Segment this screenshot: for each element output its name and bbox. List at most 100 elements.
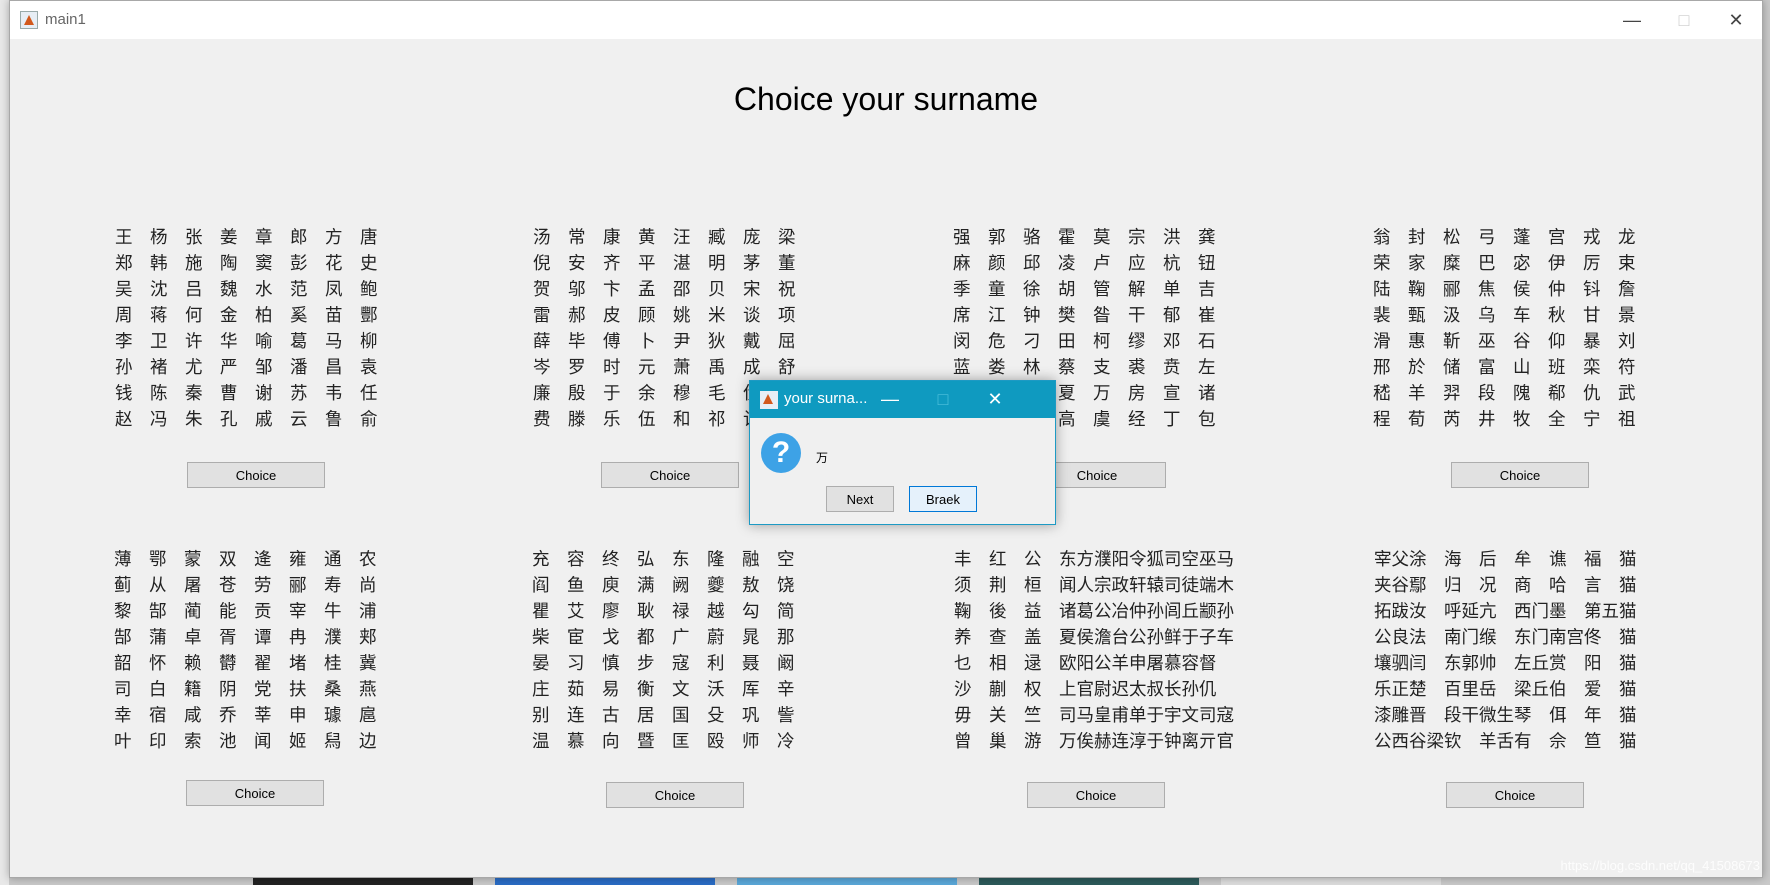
surname-cell: 柏 — [255, 306, 273, 326]
surname-block-8: 宰父涂 海 后 牟 谯 福 猫夹谷鄢 归 况 商 哈 言 猫拓跋汝 呼延亢 西门… — [1374, 547, 1637, 755]
surname-cell: 侯 — [1513, 280, 1531, 300]
surname-cell: 钭 — [1583, 280, 1601, 300]
surname-cell: 终 — [602, 550, 620, 570]
surname-cell: 蒲 — [149, 628, 167, 648]
surname-cell: 桂 — [324, 654, 342, 674]
surname-cell: 陈 — [150, 384, 168, 404]
close-button[interactable]: ✕ — [1710, 1, 1762, 39]
surname-cell: 周 — [115, 306, 133, 326]
surname-row: 阎鱼庾满阙夔敖饶 — [532, 573, 812, 599]
surname-cell: 谷 — [1513, 332, 1531, 352]
surname-cell: 浦 — [359, 602, 377, 622]
surname-row: 晏习慎步寇利聂阚 — [532, 651, 812, 677]
surname-cell: 吴 — [115, 280, 133, 300]
surname-cell: 康 — [603, 228, 621, 248]
surname-row: 公西谷梁钦 羊舌有 佘 笪 猫 — [1374, 729, 1637, 755]
surname-cell: 焦 — [1478, 280, 1496, 300]
dialog-close-button[interactable]: ✕ — [970, 381, 1020, 418]
surname-cell: 麻 — [953, 254, 971, 274]
surname-row: 吴沈吕魏水范凤鲍 — [115, 277, 395, 303]
surname-cell: 廉 — [533, 384, 551, 404]
surname-cell: 慎 — [602, 654, 620, 674]
choice-button-1[interactable]: Choice — [187, 462, 325, 488]
next-button[interactable]: Next — [826, 486, 894, 512]
choice-button-6[interactable]: Choice — [606, 782, 744, 808]
surname-cell: 水 — [255, 280, 273, 300]
surname-cell: 窦 — [255, 254, 273, 274]
surname-row: 叶印索池闻姬舄边 — [114, 729, 394, 755]
surname-cell: 温 — [532, 732, 550, 752]
surname-cell: 梁 — [778, 228, 796, 248]
surname-cell: 蒋 — [150, 306, 168, 326]
surname-cell: 湛 — [673, 254, 691, 274]
surname-cell: 毛 — [708, 384, 726, 404]
surname-cell: 羿 — [1443, 384, 1461, 404]
surname-row: 裴甄汲乌车秋甘景 — [1373, 303, 1653, 329]
surname-row: 邢於储富山班栾符 — [1373, 355, 1653, 381]
surname-cell: 潘 — [290, 358, 308, 378]
choice-button-4[interactable]: Choice — [1451, 462, 1589, 488]
surname-cell: 蔺 — [184, 602, 202, 622]
minimize-button[interactable]: — — [1606, 1, 1658, 39]
title-bar: main1 — □ ✕ — [10, 1, 1762, 39]
surname-block-6: 充容终弘东隆融空阎鱼庾满阙夔敖饶瞿艾廖耿禄越勾简柴宦戈都广蔚晁那晏习慎步寇利聂阚… — [532, 547, 812, 755]
window-title: main1 — [45, 11, 86, 28]
single-surnames: 沙蒯权 — [954, 680, 1059, 700]
choice-button-5[interactable]: Choice — [186, 780, 324, 806]
surname-cell: 舄 — [324, 732, 342, 752]
surname-cell: 弓 — [1478, 228, 1496, 248]
maximize-button[interactable]: □ — [1658, 1, 1710, 39]
surname-cell: 韦 — [325, 384, 343, 404]
surname-cell: 郑 — [115, 254, 133, 274]
surname-cell: 瞿 — [532, 602, 550, 622]
single-surnames: 曾巢游 — [954, 732, 1059, 752]
surname-cell: 柴 — [532, 628, 550, 648]
surname-cell: 常 — [568, 228, 586, 248]
surname-cell: 雍 — [289, 550, 307, 570]
surname-cell: 江 — [988, 306, 1006, 326]
surname-cell: 彭 — [290, 254, 308, 274]
surname-cell: 夏 — [1058, 384, 1076, 404]
surname-cell: 夔 — [707, 576, 725, 596]
surname-cell: 孟 — [638, 280, 656, 300]
surname-cell: 璩 — [324, 706, 342, 726]
surname-cell: 范 — [290, 280, 308, 300]
surname-row: 韶怀赖欎翟堵桂冀 — [114, 651, 394, 677]
dialog-maximize-button[interactable]: □ — [918, 381, 968, 418]
surname-cell: 怀 — [149, 654, 167, 674]
surname-row: 程荀芮井牧全宁祖 — [1373, 407, 1653, 433]
surname-cell: 仇 — [1583, 384, 1601, 404]
choice-button-7[interactable]: Choice — [1027, 782, 1165, 808]
surname-cell: 樊 — [1058, 306, 1076, 326]
surname-cell: 曹 — [220, 384, 238, 404]
surname-cell: 滑 — [1373, 332, 1391, 352]
surname-cell: 东 — [672, 550, 690, 570]
dialog-minimize-button[interactable]: — — [865, 381, 915, 418]
choice-button-8[interactable]: Choice — [1446, 782, 1584, 808]
surname-cell: 全 — [1548, 410, 1566, 430]
surname-cell: 昌 — [325, 358, 343, 378]
surname-cell: 满 — [637, 576, 655, 596]
surname-cell: 廖 — [602, 602, 620, 622]
surname-cell: 桑 — [324, 680, 342, 700]
surname-cell: 靳 — [1443, 332, 1461, 352]
surname-cell: 鱼 — [567, 576, 585, 596]
surname-block-7: 丰红公 东方濮阳令狐司空巫马 须荆桓 闻人宗政轩辕司徒端木 鞠後益 诸葛公冶仲孙闾丘颛孙养… — [954, 547, 1234, 755]
surname-row: 蓝娄林蔡支裘贲左 — [953, 355, 1233, 381]
surname-cell: 芮 — [1443, 410, 1461, 430]
matlab-icon — [20, 11, 38, 29]
single-surnames: 养查盖 — [954, 628, 1059, 648]
watermark: https://blog.csdn.net/qq_41508673 — [1560, 858, 1761, 873]
surname-cell: 殷 — [568, 384, 586, 404]
surname-cell: 幸 — [114, 706, 132, 726]
choice-button-2[interactable]: Choice — [601, 462, 739, 488]
surname-cell: 龚 — [1198, 228, 1216, 248]
surname-cell: 殴 — [707, 732, 725, 752]
surname-cell: 郦 — [289, 576, 307, 596]
surname-row: 陆鞠郦焦侯仲钭詹 — [1373, 277, 1653, 303]
surname-cell: 李 — [115, 332, 133, 352]
surname-cell: 山 — [1513, 358, 1531, 378]
surname-row: 倪安齐平湛明茅董 — [533, 251, 813, 277]
break-button[interactable]: Braek — [909, 486, 977, 512]
surname-cell: 郝 — [568, 306, 586, 326]
